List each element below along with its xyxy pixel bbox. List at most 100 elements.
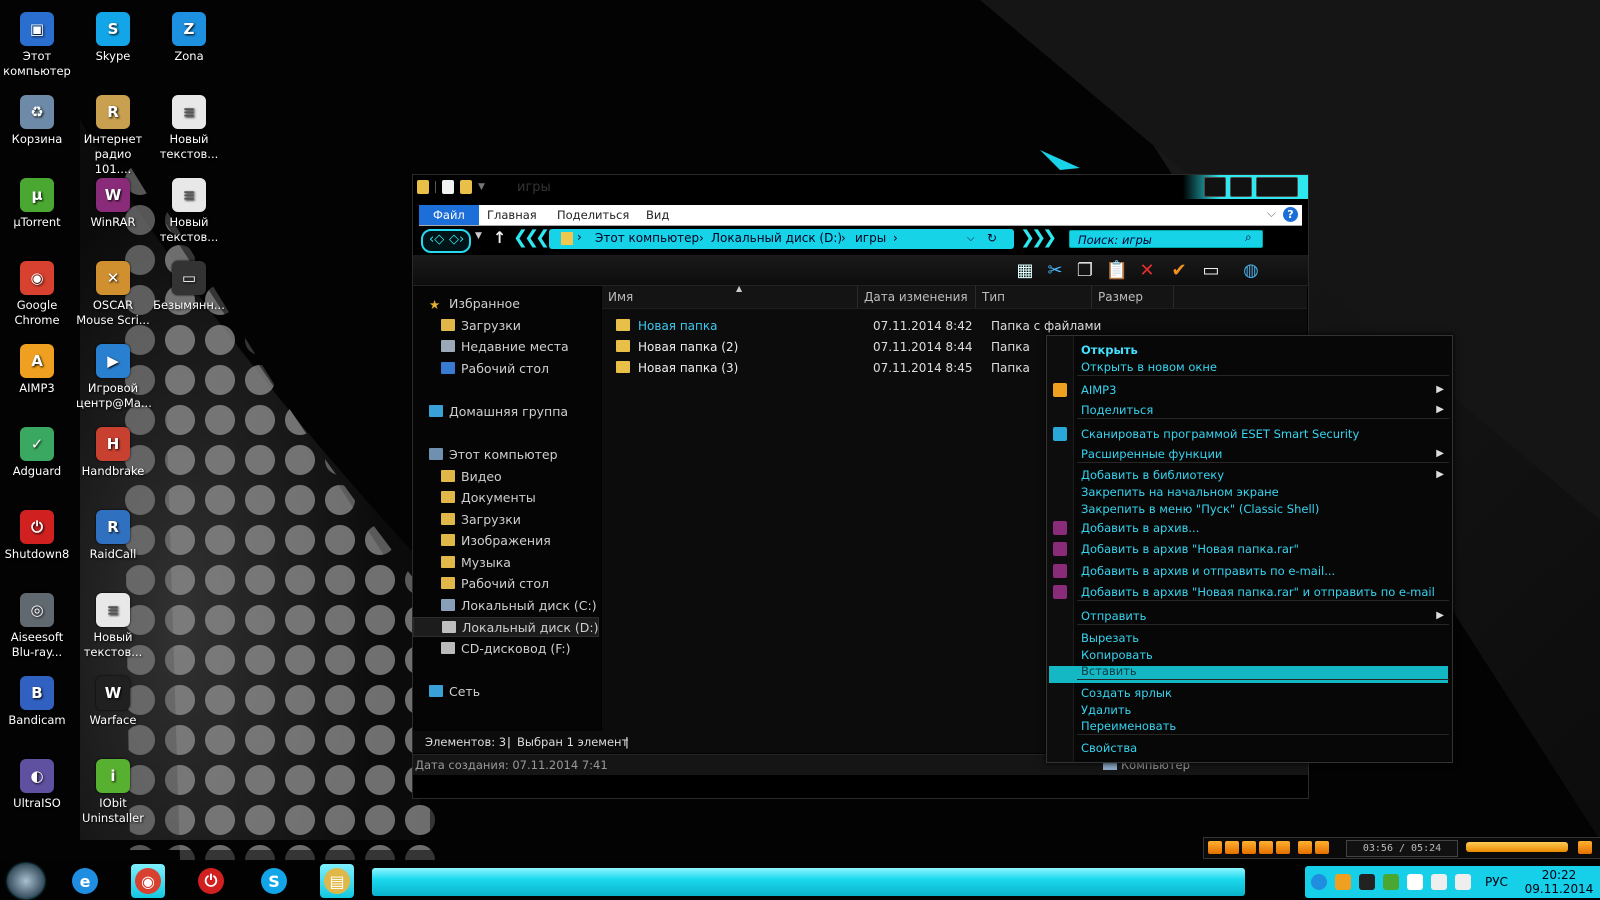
breadcrumb-games[interactable]: игры	[855, 231, 886, 245]
desktop-shortcut[interactable]: W Warface	[76, 670, 150, 728]
menu-item[interactable]: Закрепить в меню "Пуск" (Classic Shell)	[1047, 501, 1450, 517]
network-globe-icon[interactable]: ◍	[1239, 258, 1263, 282]
taskbar-button[interactable]: ◉	[131, 864, 165, 898]
taskbar-button[interactable]: e	[68, 864, 102, 898]
folder-icon[interactable]	[417, 180, 429, 194]
properties-icon[interactable]	[442, 180, 454, 194]
menu-item[interactable]: Сканировать программой ESET Smart Securi…	[1047, 426, 1450, 442]
column-type[interactable]: Тип	[976, 286, 1092, 308]
menu-item[interactable]: Вырезать	[1047, 630, 1450, 646]
nav-favorites[interactable]: ★ Избранное	[413, 294, 601, 314]
next-icon[interactable]	[1276, 841, 1290, 854]
taskbar-button[interactable]: S	[257, 864, 291, 898]
desktop-shortcut[interactable]: ◐ UltraISO	[0, 753, 74, 811]
desktop-shortcut[interactable]: ♻ Корзина	[0, 89, 74, 147]
ie-tray-icon[interactable]	[1311, 874, 1327, 890]
start-button[interactable]	[8, 864, 44, 898]
play-icon[interactable]	[1208, 841, 1222, 854]
chevron-right-icon[interactable]: ›	[893, 231, 898, 245]
tab-file[interactable]: Файл	[419, 205, 479, 225]
preview-pane-icon[interactable]: ▦	[1013, 258, 1037, 282]
cut-icon[interactable]: ✂	[1043, 258, 1067, 282]
desktop-shortcut[interactable]: R RaidCall	[76, 504, 150, 562]
nav-drive-c[interactable]: Локальный диск (C:)	[413, 596, 601, 616]
desktop-shortcut[interactable]: i IObit Uninstaller	[76, 753, 150, 826]
network-icon[interactable]	[1431, 874, 1447, 890]
column-size[interactable]: Размер	[1092, 286, 1174, 308]
nav-downloads-fav[interactable]: Загрузки	[413, 316, 601, 336]
nav-cd-drive[interactable]: CD-дисковод (F:)	[413, 639, 601, 659]
nav-homegroup[interactable]: Домашняя группа	[413, 402, 601, 422]
menu-item[interactable]: Закрепить на начальном экране	[1047, 484, 1450, 500]
repeat-icon[interactable]	[1298, 841, 1312, 854]
back-forward-button[interactable]: ‹◇ ◇›	[421, 229, 471, 253]
column-date-modified[interactable]: Дата изменения	[858, 286, 976, 308]
chevron-down-icon[interactable]: ⌵	[967, 233, 975, 244]
aimp-tray-icon[interactable]	[1335, 874, 1351, 890]
chevron-right-icon[interactable]: ›	[577, 230, 582, 244]
desktop-shortcut[interactable]: ≡ Новый текстов...	[76, 587, 150, 660]
chevron-right-icon[interactable]: ›	[841, 231, 846, 245]
desktop-shortcut[interactable]: ▶ Игровой центр@Ма...	[76, 338, 152, 411]
menu-item[interactable]: Открыть в новом окне	[1047, 359, 1450, 375]
desktop-shortcut[interactable]: Z Zona	[152, 6, 226, 64]
menu-item[interactable]: Добавить в архив и отправить по e-mail..…	[1047, 563, 1450, 579]
menu-item[interactable]: Переименовать	[1047, 718, 1450, 734]
minimize-button[interactable]	[1204, 177, 1226, 197]
desktop-shortcut[interactable]: ✕ OSCAR Mouse Scri...	[76, 255, 150, 328]
pause-icon[interactable]	[1225, 841, 1239, 854]
menu-item[interactable]: AIMP3 ▶	[1047, 382, 1450, 398]
nav-desktop[interactable]: Рабочий стол	[413, 574, 601, 594]
chevron-down-icon[interactable]: ▼	[478, 182, 485, 192]
desktop-shortcut[interactable]: ≡ Новый текстов...	[152, 89, 226, 162]
close-button[interactable]	[1256, 177, 1298, 197]
breadcrumb-drive-d[interactable]: Локальный диск (D:)	[711, 231, 842, 245]
tab-view[interactable]: Вид	[646, 205, 669, 225]
menu-item[interactable]: Копировать	[1047, 647, 1450, 663]
nav-downloads[interactable]: Загрузки	[413, 510, 601, 530]
menu-item[interactable]: Поделиться ▶	[1047, 402, 1450, 418]
nav-drive-d[interactable]: Локальный диск (D:)	[413, 617, 599, 637]
desktop-shortcut[interactable]: S Skype	[76, 6, 150, 64]
context-menu[interactable]: Открыть Открыть в новом окне AIMP3 ▶ Поделит…	[1046, 335, 1453, 763]
desktop-shortcut[interactable]: W WinRAR	[76, 172, 150, 230]
back-arrow-icon[interactable]: ‹◇	[429, 232, 444, 247]
nav-this-pc[interactable]: Этот компьютер	[413, 445, 601, 465]
language-indicator[interactable]: РУС	[1485, 875, 1508, 889]
flag-icon[interactable]	[1407, 874, 1423, 890]
menu-item[interactable]: Открыть	[1047, 342, 1450, 358]
menu-item[interactable]: Добавить в архив...	[1047, 520, 1450, 536]
nav-network[interactable]: Сеть	[413, 682, 601, 702]
desktop-shortcut[interactable]: ▣ Этот компьютер	[0, 6, 74, 79]
nav-recent[interactable]: Недавние места	[413, 337, 601, 357]
nav-music[interactable]: Музыка	[413, 553, 601, 573]
nav-video[interactable]: Видео	[413, 467, 601, 487]
ribbon-expand-icon[interactable]: ⌵	[1267, 206, 1276, 221]
desktop-shortcut[interactable]: ▭ Безымянн...	[152, 255, 226, 313]
desktop-shortcut[interactable]: R Интернет радио 101....	[76, 89, 150, 177]
menu-item[interactable]: Добавить в архив "Новая папка.rar" и отп…	[1047, 584, 1450, 600]
column-name[interactable]: Имя	[602, 286, 858, 308]
volume-icon[interactable]	[1455, 874, 1471, 890]
previous-icon[interactable]	[1259, 841, 1273, 854]
menu-item[interactable]: Расширенные функции ▶	[1047, 446, 1450, 462]
delete-icon[interactable]: ✕	[1135, 258, 1159, 282]
title-bar[interactable]: ▼ игры	[413, 175, 1308, 201]
desktop-shortcut[interactable]: ◎ Aiseesoft Blu-ray...	[0, 587, 74, 660]
menu-item[interactable]: Создать ярлык	[1047, 685, 1450, 701]
desktop-shortcut[interactable]: H Handbrake	[76, 421, 150, 479]
stop-icon[interactable]	[1242, 841, 1256, 854]
desktop-shortcut[interactable]: µ µTorrent	[0, 172, 74, 230]
menu-item[interactable]: Вставить	[1047, 663, 1450, 679]
recent-locations-icon[interactable]: ▼	[475, 231, 482, 241]
playlist-icon[interactable]	[1315, 841, 1329, 854]
desktop-shortcut[interactable]: ≡ Новый текстов...	[152, 172, 226, 245]
desktop-shortcut[interactable]: B Bandicam	[0, 670, 74, 728]
close-player-icon[interactable]	[1578, 841, 1592, 854]
menu-item[interactable]: Отправить ▶	[1047, 608, 1450, 624]
refresh-icon[interactable]: ↻	[987, 231, 997, 245]
rename-icon[interactable]: ▭	[1199, 258, 1223, 282]
select-icon[interactable]: ✔	[1167, 258, 1191, 282]
nav-pictures[interactable]: Изображения	[413, 531, 601, 551]
menu-item[interactable]: Добавить в библиотеку ▶	[1047, 467, 1450, 483]
